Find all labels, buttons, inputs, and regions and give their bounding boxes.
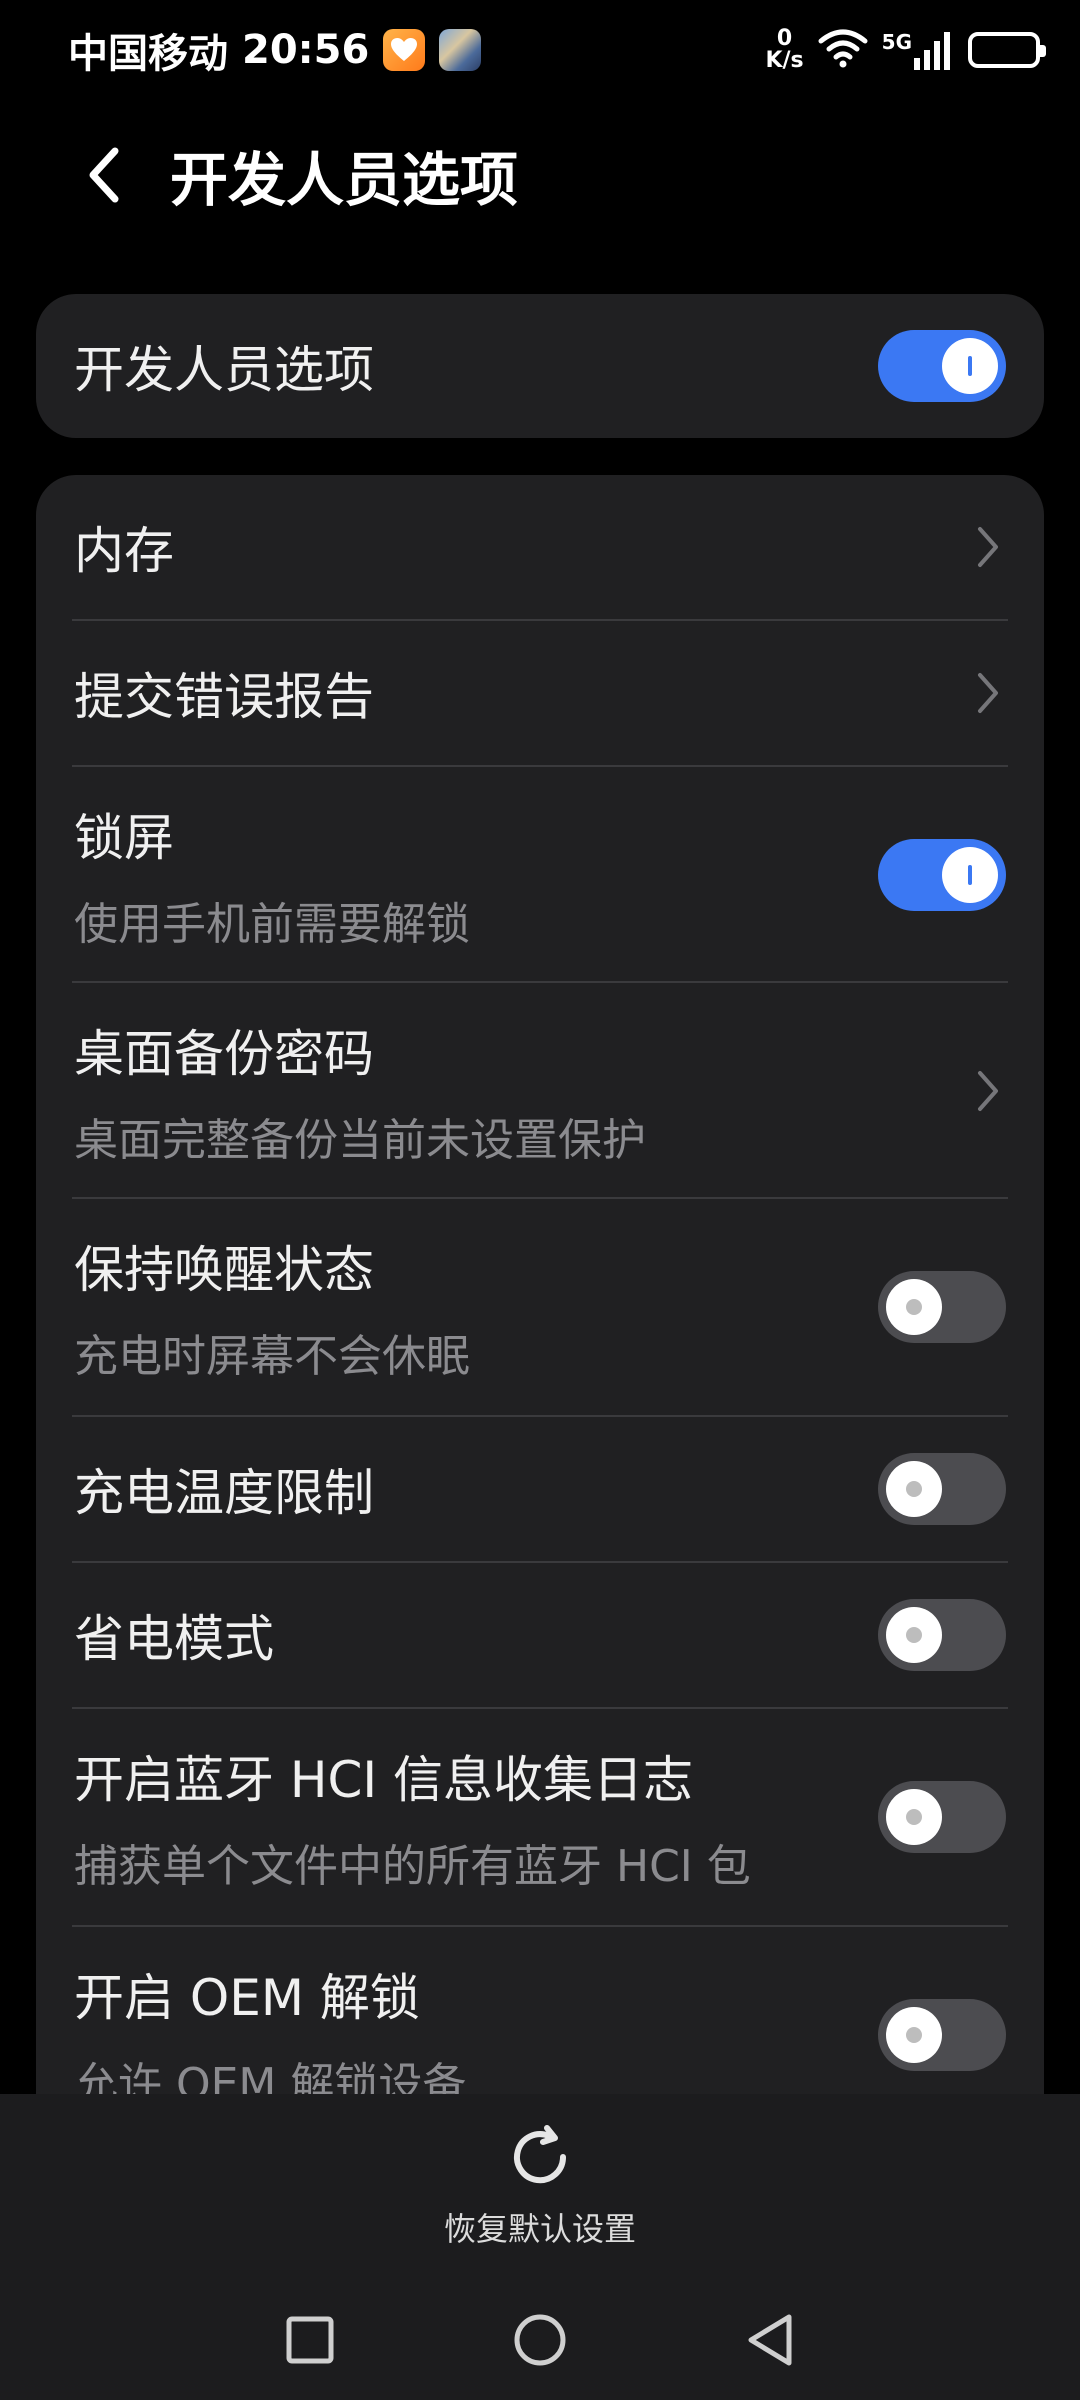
setting-bluetooth-hci-log[interactable]: 开启蓝牙 HCI 信息收集日志 捕获单个文件中的所有蓝牙 HCI 包 bbox=[36, 1709, 1044, 1925]
recents-square-icon bbox=[286, 2316, 334, 2364]
toggle-knob bbox=[886, 1789, 942, 1845]
toggle-knob bbox=[942, 847, 998, 903]
setting-label: 开启 OEM 解锁 bbox=[74, 1969, 420, 2027]
speed-value: 0 bbox=[776, 26, 793, 51]
setting-label: 内存 bbox=[74, 522, 174, 580]
wifi-icon bbox=[818, 28, 868, 72]
setting-subtitle: 充电时屏幕不会休眠 bbox=[74, 1331, 470, 1382]
page-title: 开发人员选项 bbox=[170, 146, 519, 214]
bluetooth-hci-log-toggle[interactable] bbox=[878, 1781, 1006, 1853]
restore-defaults-label: 恢复默认设置 bbox=[443, 2210, 636, 2248]
home-circle-icon bbox=[514, 2314, 566, 2366]
setting-memory[interactable]: 内存 bbox=[36, 475, 1044, 619]
status-right: 0 K/s 5G bbox=[765, 28, 1046, 72]
setting-bug-report[interactable]: 提交错误报告 bbox=[36, 621, 1044, 765]
back-button[interactable] bbox=[60, 130, 150, 220]
chevron-right-icon bbox=[970, 517, 1006, 577]
setting-lock-screen[interactable]: 锁屏 使用手机前需要解锁 bbox=[36, 767, 1044, 983]
setting-backup-password[interactable]: 桌面备份密码 桌面完整备份当前未设置保护 bbox=[36, 983, 1044, 1199]
recents-button[interactable] bbox=[270, 2300, 350, 2380]
carrier-name: 中国移动 bbox=[68, 31, 228, 77]
status-left: 中国移动 20:56 bbox=[68, 21, 482, 79]
setting-label: 保持唤醒状态 bbox=[74, 1241, 374, 1299]
setting-label: 省电模式 bbox=[74, 1610, 274, 1668]
setting-subtitle: 桌面完整备份当前未设置保护 bbox=[74, 1115, 646, 1166]
setting-subtitle: 使用手机前需要解锁 bbox=[74, 899, 470, 950]
settings-list: 内存 提交错误报告 锁屏 使用手机前需要解锁 桌面备份密码 桌面完整备份当前未设… bbox=[36, 475, 1044, 2175]
back-arrow-icon bbox=[89, 147, 119, 203]
master-toggle-label: 开发人员选项 bbox=[74, 341, 374, 399]
refresh-icon bbox=[507, 2124, 573, 2194]
system-nav-bar bbox=[0, 2280, 1080, 2400]
setting-subtitle: 捕获单个文件中的所有蓝牙 HCI 包 bbox=[74, 1841, 751, 1892]
developer-options-toggle[interactable] bbox=[878, 330, 1006, 402]
setting-charge-temp-limit[interactable]: 充电温度限制 bbox=[36, 1417, 1044, 1561]
network-speed: 0 K/s bbox=[765, 28, 803, 72]
restore-defaults-button[interactable]: 恢复默认设置 bbox=[390, 2124, 690, 2264]
toggle-knob bbox=[886, 1607, 942, 1663]
home-button[interactable] bbox=[500, 2300, 580, 2380]
charge-temp-limit-toggle[interactable] bbox=[878, 1453, 1006, 1525]
heart-app-icon bbox=[383, 29, 426, 71]
clock: 20:56 bbox=[242, 27, 370, 73]
setting-label: 桌面备份密码 bbox=[74, 1025, 374, 1083]
setting-label: 开启蓝牙 HCI 信息收集日志 bbox=[74, 1751, 694, 1809]
setting-power-saving[interactable]: 省电模式 bbox=[36, 1563, 1044, 1707]
photo-app-icon bbox=[439, 29, 482, 71]
chevron-right-icon bbox=[970, 663, 1006, 723]
setting-label: 充电温度限制 bbox=[74, 1464, 374, 1522]
back-nav-button[interactable] bbox=[730, 2300, 810, 2380]
back-triangle-icon bbox=[748, 2314, 792, 2366]
toggle-knob bbox=[886, 1279, 942, 1335]
toggle-knob bbox=[942, 338, 998, 394]
toggle-knob bbox=[886, 2007, 942, 2063]
setting-label: 提交错误报告 bbox=[74, 668, 374, 726]
power-saving-toggle[interactable] bbox=[878, 1599, 1006, 1671]
chevron-right-icon bbox=[970, 1061, 1006, 1121]
oem-unlock-toggle[interactable] bbox=[878, 1999, 1006, 2071]
master-toggle-row[interactable]: 开发人员选项 bbox=[36, 294, 1044, 438]
app-header: 开发人员选项 bbox=[0, 120, 1080, 230]
stay-awake-toggle[interactable] bbox=[878, 1271, 1006, 1343]
setting-label: 锁屏 bbox=[74, 809, 174, 867]
lock-screen-toggle[interactable] bbox=[878, 839, 1006, 911]
speed-unit: K/s bbox=[765, 48, 804, 73]
setting-stay-awake[interactable]: 保持唤醒状态 充电时屏幕不会休眠 bbox=[36, 1199, 1044, 1415]
master-toggle-card: 开发人员选项 bbox=[36, 294, 1044, 438]
network-type: 5G bbox=[881, 30, 912, 54]
status-bar: 中国移动 20:56 0 K/s 5G bbox=[0, 0, 1080, 100]
cellular-signal-icon: 5G bbox=[882, 30, 954, 70]
toggle-knob bbox=[886, 1461, 942, 1517]
battery-icon bbox=[968, 32, 1046, 68]
